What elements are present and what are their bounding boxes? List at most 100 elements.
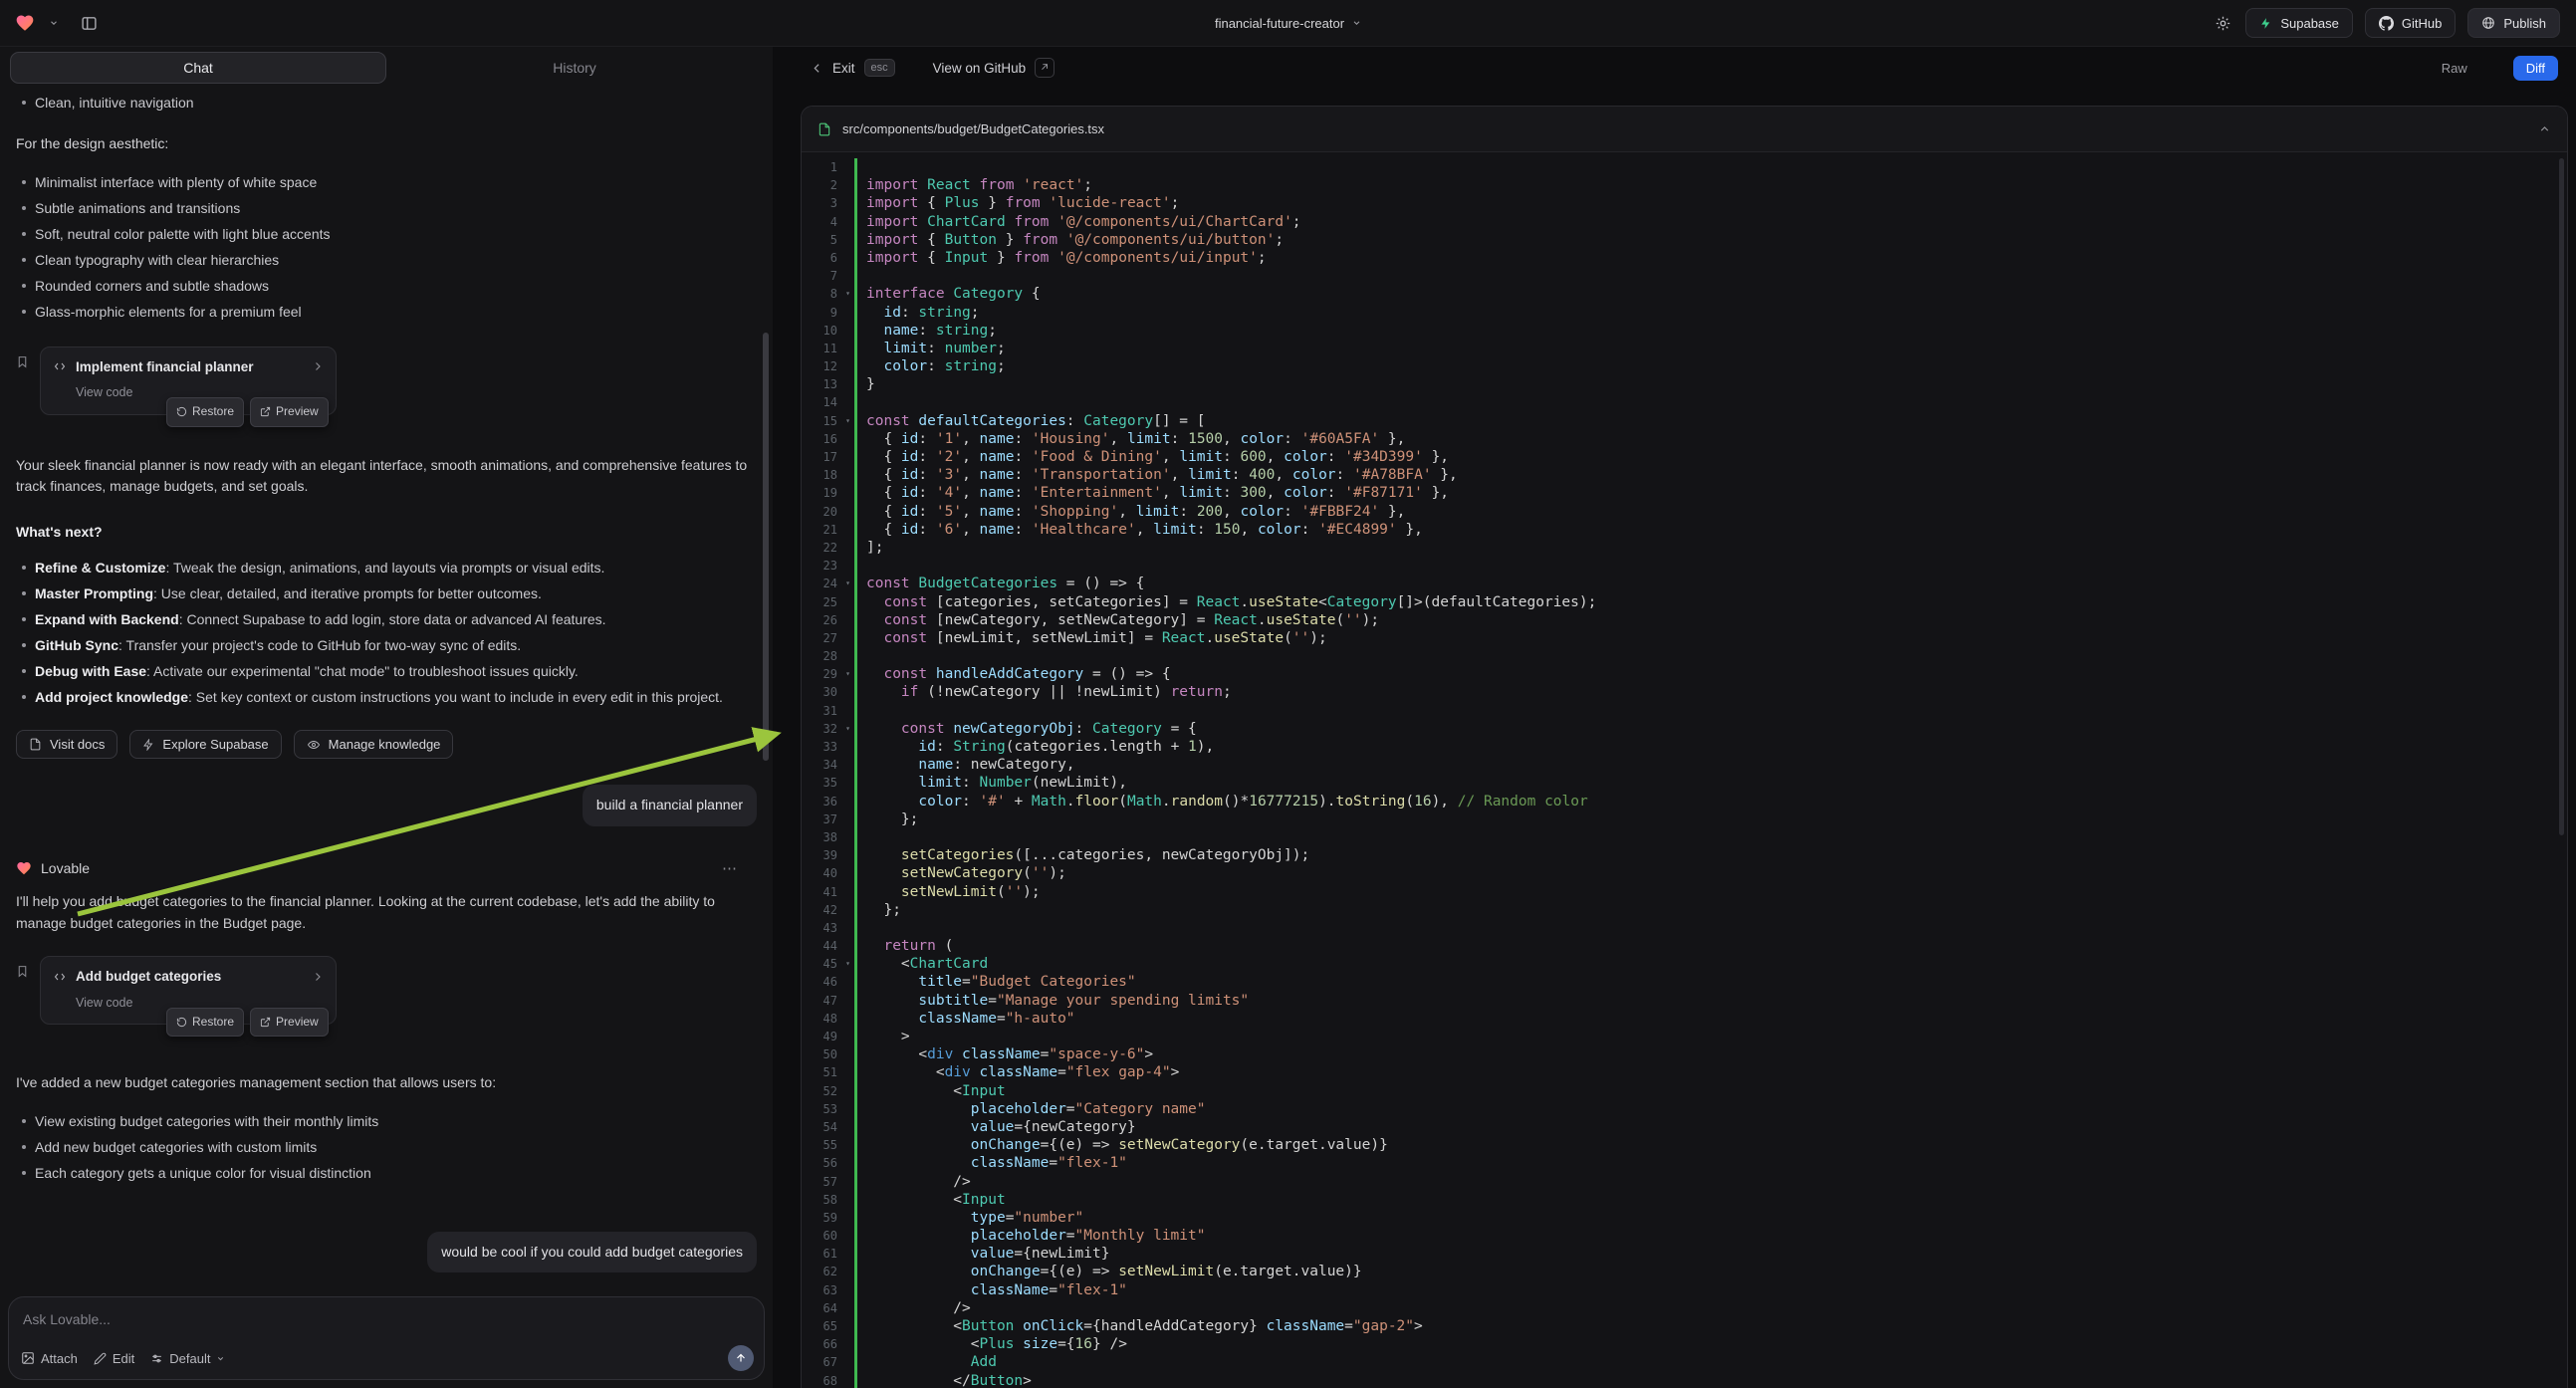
code-text: import ChartCard from '@/components/ui/C…: [854, 213, 2567, 231]
fold-chevron-icon: [841, 992, 854, 1010]
code-line: 52 <Input: [802, 1082, 2567, 1100]
edit-label: Edit: [113, 1351, 134, 1366]
manage-knowledge-button[interactable]: Manage knowledge: [294, 730, 454, 759]
code-line: 43: [802, 919, 2567, 937]
code-text: ];: [854, 539, 2567, 557]
settings-button[interactable]: [2213, 15, 2233, 32]
code-line: 59 type="number": [802, 1209, 2567, 1227]
fold-chevron-icon[interactable]: ▾: [841, 285, 854, 303]
code-text: };: [854, 810, 2567, 828]
line-number: 23: [802, 557, 841, 575]
fold-chevron-icon: [841, 304, 854, 322]
line-number: 37: [802, 810, 841, 828]
chat-scrollbar-thumb[interactable]: [763, 333, 769, 761]
restore-button[interactable]: Restore: [166, 397, 244, 427]
fold-chevron-icon: [841, 1082, 854, 1100]
fold-chevron-icon[interactable]: ▾: [841, 665, 854, 683]
bullet-item: Master Prompting: Use clear, detailed, a…: [16, 580, 757, 606]
fold-chevron-icon: [841, 901, 854, 919]
restore-button[interactable]: Restore: [166, 1008, 244, 1038]
mode-select[interactable]: Default: [150, 1351, 225, 1366]
chevron-down-icon[interactable]: [47, 18, 61, 28]
line-number: 40: [802, 864, 841, 882]
code-line: 60 placeholder="Monthly limit": [802, 1227, 2567, 1245]
assistant-header: Lovable ⋯: [16, 858, 757, 880]
sidebar-toggle-icon[interactable]: [79, 15, 100, 32]
diff-toggle-button[interactable]: Diff: [2513, 56, 2558, 81]
line-number: 62: [802, 1263, 841, 1280]
more-options-icon[interactable]: ⋯: [722, 858, 739, 880]
tab-history[interactable]: History: [386, 52, 763, 84]
lovable-logo-icon[interactable]: [13, 13, 37, 33]
restore-icon: [176, 406, 187, 417]
line-number: 51: [802, 1063, 841, 1081]
fold-chevron-icon[interactable]: ▾: [841, 955, 854, 973]
fold-chevron-icon[interactable]: ▾: [841, 412, 854, 430]
code-line: 40 setNewCategory('');: [802, 864, 2567, 882]
code-line: 35 limit: Number(newLimit),: [802, 774, 2567, 792]
fold-chevron-icon: [841, 322, 854, 340]
line-number: 38: [802, 828, 841, 846]
code-text: className="flex-1": [854, 1281, 2567, 1299]
supabase-button[interactable]: Supabase: [2245, 8, 2353, 38]
code-text: value={newLimit}: [854, 1245, 2567, 1263]
fold-chevron-icon: [841, 864, 854, 882]
fold-chevron-icon: [841, 1281, 854, 1299]
bookmark-icon[interactable]: [16, 354, 29, 376]
file-header[interactable]: src/components/budget/BudgetCategories.t…: [802, 107, 2567, 152]
version-card-add-budget-categories[interactable]: Add budget categories View code Restore: [40, 956, 337, 1025]
github-button[interactable]: GitHub: [2365, 8, 2456, 38]
fold-chevron-icon: [841, 793, 854, 810]
preview-button[interactable]: Preview: [250, 397, 329, 427]
code-text: id: String(categories.length + 1),: [854, 738, 2567, 756]
code-line: 67 Add: [802, 1353, 2567, 1371]
exit-button[interactable]: Exit esc: [811, 59, 895, 77]
project-menu[interactable]: financial-future-creator: [1215, 16, 1361, 31]
explore-supabase-button[interactable]: Explore Supabase: [129, 730, 281, 759]
code-editor[interactable]: 1 2import React from 'react';3import { P…: [802, 152, 2567, 1388]
preview-button[interactable]: Preview: [250, 1008, 329, 1038]
bullet-item: Soft, neutral color palette with light b…: [16, 221, 757, 247]
view-on-github-label: View on GitHub: [933, 61, 1027, 76]
edit-button[interactable]: Edit: [94, 1351, 134, 1366]
line-number: 15: [802, 412, 841, 430]
project-name: financial-future-creator: [1215, 16, 1344, 31]
version-row: Add budget categories View code Restore: [16, 956, 757, 1025]
code-text: </Button>: [854, 1372, 2567, 1388]
version-card-implement-financial-planner[interactable]: Implement financial planner View code Re…: [40, 347, 337, 415]
fold-chevron-icon: [841, 1372, 854, 1388]
code-line: 54 value={newCategory}: [802, 1118, 2567, 1136]
bullet-item: Subtle animations and transitions: [16, 195, 757, 221]
chat-panel: Chat History Clean, intuitive navigation…: [0, 46, 773, 1388]
chevron-right-icon: [312, 360, 324, 372]
code-line: 64 />: [802, 1299, 2567, 1317]
code-line: 5import { Button } from '@/components/ui…: [802, 231, 2567, 249]
line-number: 43: [802, 919, 841, 937]
line-number: 33: [802, 738, 841, 756]
visit-docs-button[interactable]: Visit docs: [16, 730, 117, 759]
tab-chat[interactable]: Chat: [10, 52, 386, 84]
whats-next-list: Refine & Customize: Tweak the design, an…: [16, 555, 757, 710]
attach-button[interactable]: Attach: [21, 1351, 78, 1366]
chevron-up-icon[interactable]: [2538, 122, 2551, 135]
fold-chevron-icon[interactable]: ▾: [841, 720, 854, 738]
code-line: 4import ChartCard from '@/components/ui/…: [802, 213, 2567, 231]
version-card-actions: Restore Preview: [166, 1008, 329, 1038]
publish-button[interactable]: Publish: [2467, 8, 2560, 38]
raw-toggle-button[interactable]: Raw: [2434, 57, 2475, 80]
send-button[interactable]: [728, 1345, 754, 1371]
fold-chevron-icon: [841, 231, 854, 249]
view-on-github-button[interactable]: View on GitHub: [933, 58, 1055, 78]
github-button-label: GitHub: [2402, 16, 2442, 31]
code-scrollbar-thumb[interactable]: [2559, 158, 2564, 835]
code-line: 22];: [802, 539, 2567, 557]
code-line: 33 id: String(categories.length + 1),: [802, 738, 2567, 756]
bookmark-icon[interactable]: [16, 964, 29, 986]
code-text: limit: number;: [854, 340, 2567, 357]
fold-chevron-icon[interactable]: ▾: [841, 575, 854, 592]
code-line: 36 color: '#' + Math.floor(Math.random()…: [802, 793, 2567, 810]
code-text: <Input: [854, 1082, 2567, 1100]
chat-input[interactable]: Ask Lovable... Attach Edit Default: [8, 1296, 765, 1380]
chat-message-list[interactable]: Clean, intuitive navigation For the desi…: [0, 84, 773, 1286]
bullet-item: Refine & Customize: Tweak the design, an…: [16, 555, 757, 580]
